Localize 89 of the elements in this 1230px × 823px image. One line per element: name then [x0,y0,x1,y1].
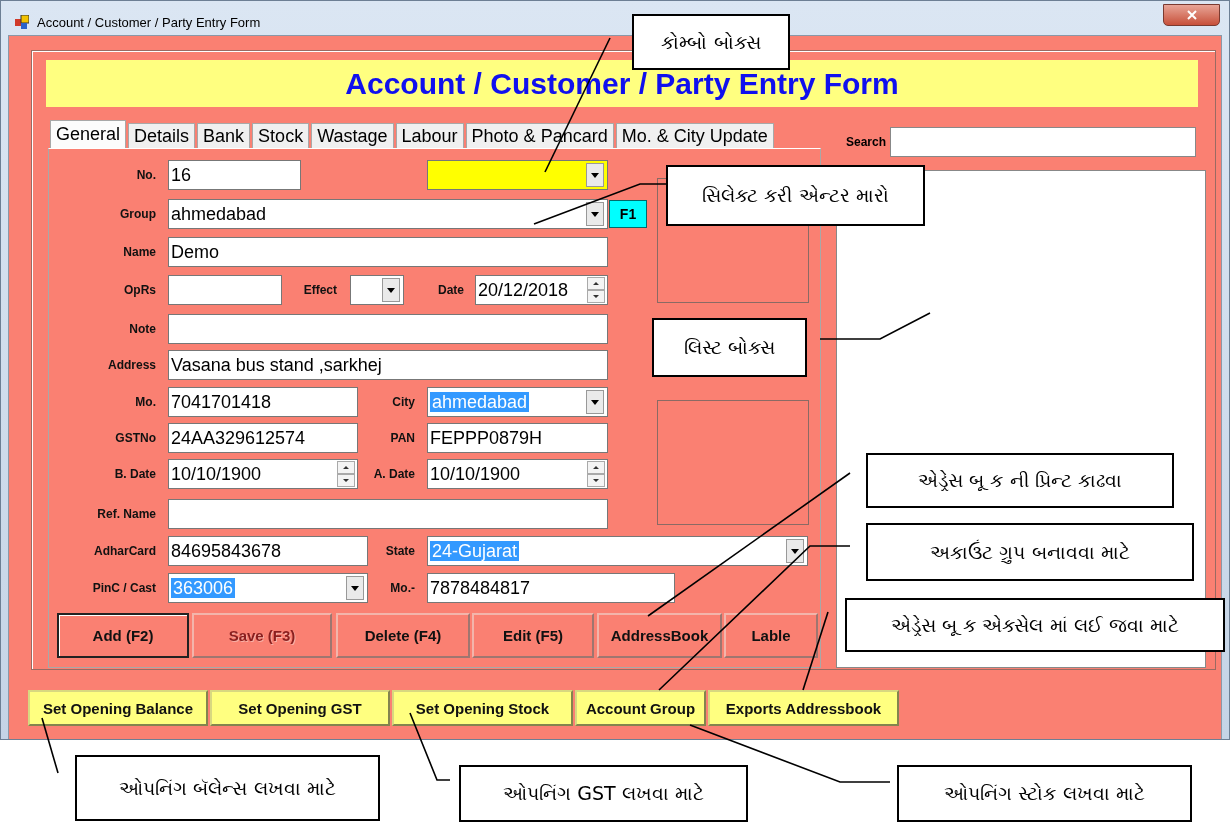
field-label: Mo.- [389,581,415,595]
field-label: Note [128,322,156,336]
caret-icon [351,585,359,591]
spinner-icon [587,277,605,303]
form-button[interactable]: Edit (F5) [472,613,594,658]
tab[interactable]: Details [128,123,196,148]
field-label: AdharCard [93,544,156,558]
text-field[interactable]: 24AA329612574 [168,423,358,453]
caret-icon [387,287,395,293]
callout-label: ઓપનિંગ GST લખવા માટે [459,765,748,822]
text-field[interactable]: 7041701418 [168,387,358,417]
callout-label: ઓપનિંગ બૅલેન્સ લખવા માટે [75,755,380,821]
spinner-icon [587,461,605,487]
close-button[interactable] [1163,4,1220,26]
combo-text: ahmedabad [171,204,267,224]
form-button[interactable]: Add (F2) [57,613,189,658]
tab[interactable]: Labour [395,123,464,148]
callout-label: એડ્રેસ બૂ ક એક્સેલ માં લઈ જવા માટે [845,598,1225,652]
caret-icon [591,399,599,405]
selected-text: ahmedabad [430,392,530,412]
form-button[interactable]: Lable [724,613,818,658]
field-label: Address [106,358,156,372]
text-field[interactable]: 84695843678 [168,536,368,566]
tab[interactable]: Wastage [311,123,394,148]
callout-label: લિસ્ટ બોક્સ [652,318,807,377]
callout-label: અકાઉંટ ગ્રુપ બનાવવા માટે [866,523,1194,581]
search-label: Search [845,135,888,149]
action-button[interactable]: Exports Addressbook [708,690,899,726]
tab[interactable]: Mo. & City Update [615,123,774,148]
dropdown-button[interactable] [586,390,604,414]
field-label: OpRs [123,283,156,297]
action-button[interactable]: Set Opening Balance [28,690,208,726]
callout-label: સિલેક્ટ કરી એન્ટર મારો [666,165,925,226]
field-label: Mo. [134,395,156,409]
combo-box[interactable]: ahmedabad [168,199,608,229]
field-label: State [384,544,415,558]
field-label: Ref. Name [96,507,156,521]
combo-box[interactable] [427,160,608,190]
text-field[interactable]: FEPPP0879H [427,423,608,453]
spinner-icon [337,461,355,487]
text-field[interactable]: 7878484817 [427,573,675,603]
callout-label: એડ્રેસ બૂ ક ની પ્રિન્ટ કાઢવા [866,453,1174,508]
dropdown-button[interactable] [346,576,364,600]
field-label: Name [122,245,156,259]
field-label: PAN [389,431,415,445]
date-field[interactable]: 20/12/2018 [475,275,608,305]
selected-text: 24-Gujarat [430,541,520,561]
caret-icon [591,211,599,217]
dropdown-button[interactable] [586,202,604,226]
action-button[interactable]: Set Opening GST [210,690,390,726]
window-title: Account / Customer / Party Entry Form [37,15,261,30]
close-icon [1186,10,1197,20]
selected-text: 363006 [171,578,236,598]
dropdown-button[interactable] [586,163,604,187]
leader-line [41,717,59,774]
date-field[interactable]: 10/10/1900 [168,459,358,489]
tab[interactable]: Stock [252,123,310,148]
app-icon [15,15,29,29]
field-label: B. Date [113,467,156,481]
caret-icon [591,172,599,178]
tab[interactable]: General [50,120,127,148]
text-field[interactable]: Demo [168,237,608,267]
text-field[interactable]: 16 [168,160,301,190]
text-field[interactable]: Vasana bus stand ,sarkhej [168,350,608,380]
date-field[interactable]: 10/10/1900 [427,459,608,489]
search-field[interactable] [890,127,1196,157]
field-label: City [391,395,415,409]
field-label: No. [135,168,156,182]
field-label: PinC / Cast [91,581,156,595]
field-label: GSTNo [114,431,156,445]
field-label: Date [437,283,464,297]
form-button[interactable]: Delete (F4) [336,613,470,658]
field-label: A. Date [372,467,415,481]
shortcut-button[interactable]: F1 [609,200,647,228]
callout-label: ઓપનિંગ સ્ટોક લખવા માટે [897,765,1192,822]
field-label: Group [119,207,156,221]
text-field[interactable] [168,314,608,344]
field-label: Effect [302,283,337,297]
dropdown-button[interactable] [786,539,804,563]
form-button[interactable]: AddressBook [597,613,722,658]
action-button[interactable]: Set Opening Stock [392,690,573,726]
tab[interactable]: Bank [197,123,251,148]
action-button[interactable]: Account Group [575,690,706,726]
callout-label: કોમ્બો બોક્સ [632,14,790,70]
combo-box[interactable] [350,275,404,305]
caret-icon [791,548,799,554]
text-field[interactable] [168,275,282,305]
text-field[interactable] [168,499,608,529]
dropdown-button[interactable] [382,278,400,302]
